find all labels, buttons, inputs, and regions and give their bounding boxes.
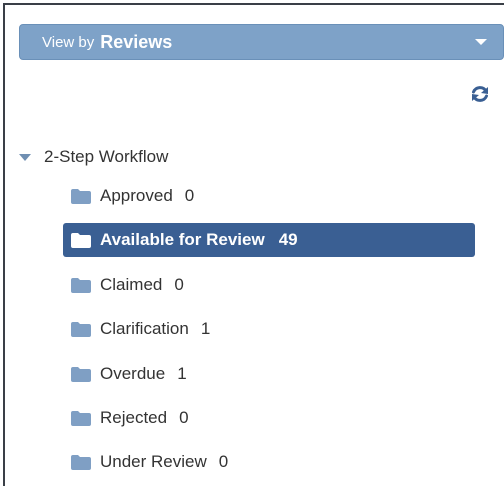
folder-icon xyxy=(71,232,91,248)
view-by-dropdown[interactable]: View by Reviews xyxy=(19,24,504,60)
tree-item-overdue[interactable]: Overdue 1 xyxy=(63,357,475,391)
tree-item-count: 0 xyxy=(179,408,189,427)
tree-item-under-review[interactable]: Under Review 0 xyxy=(63,445,475,479)
tree-item-label: Rejected xyxy=(100,408,168,427)
tree-item-count: 49 xyxy=(278,230,298,249)
folder-icon xyxy=(71,366,91,382)
sidebar-panel: View by Reviews 2-Step Workflow Approved… xyxy=(3,3,504,486)
tree-item-available-for-review[interactable]: Available for Review 49 xyxy=(63,223,475,257)
tree-item-label: Available for Review xyxy=(100,230,265,249)
tree-item-claimed[interactable]: Claimed 0 xyxy=(63,268,475,302)
tree-root-workflow[interactable]: 2-Step Workflow xyxy=(17,145,168,169)
caret-down-icon xyxy=(19,153,31,161)
chevron-down-icon xyxy=(475,39,487,45)
tree-item-clarification[interactable]: Clarification 1 xyxy=(63,312,475,346)
tree-item-label: Overdue xyxy=(100,364,166,383)
folder-icon xyxy=(71,277,91,293)
tree-item-label: Clarification xyxy=(100,319,189,338)
folder-icon xyxy=(71,188,91,204)
tree-item-count: 0 xyxy=(184,186,195,205)
tree-item-label: Under Review xyxy=(100,452,207,471)
tree-item-count: 0 xyxy=(174,275,184,294)
folder-icon xyxy=(71,410,91,426)
folder-icon xyxy=(71,454,91,470)
refresh-icon[interactable] xyxy=(469,83,491,105)
tree-item-label: Approved xyxy=(100,186,173,205)
tree-root-label: 2-Step Workflow xyxy=(44,147,169,166)
tree-item-count: 1 xyxy=(177,364,187,383)
tree-item-count: 0 xyxy=(218,452,229,471)
tree-item-approved[interactable]: Approved 0 xyxy=(63,179,475,213)
view-by-value: Reviews xyxy=(100,31,173,52)
tree-item-rejected[interactable]: Rejected 0 xyxy=(63,401,475,435)
tree-item-label: Claimed xyxy=(100,275,163,294)
view-by-prefix: View by xyxy=(42,33,95,51)
folder-icon xyxy=(71,321,91,337)
tree-item-count: 1 xyxy=(200,319,211,338)
